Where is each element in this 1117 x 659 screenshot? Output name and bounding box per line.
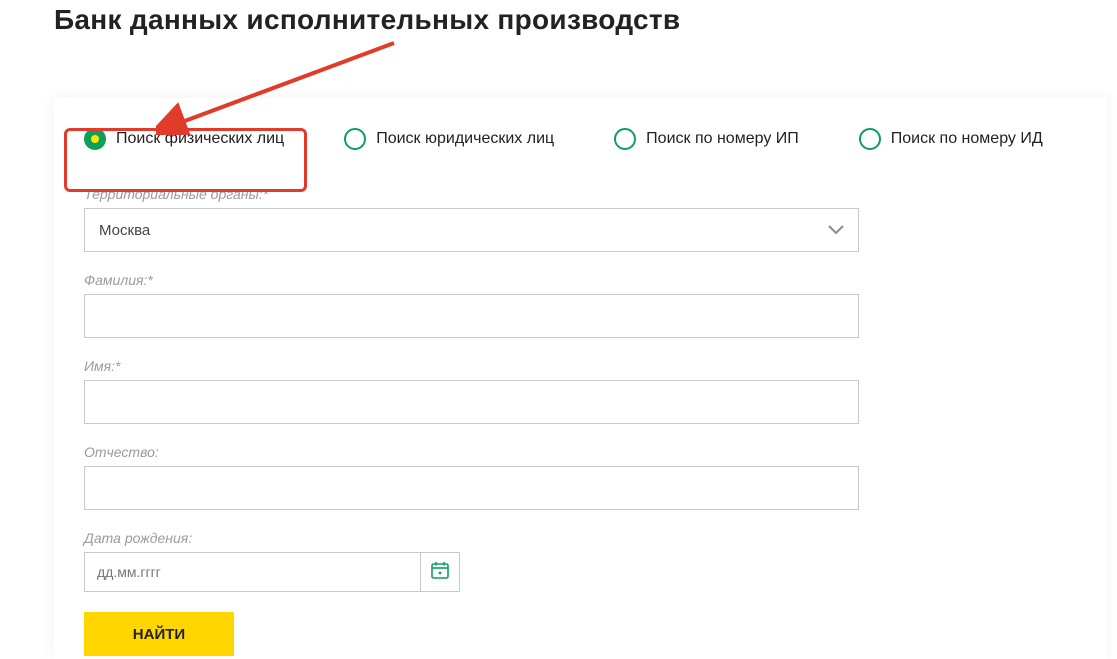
tab-label: Поиск юридических лиц <box>376 130 554 148</box>
tab-label: Поиск по номеру ИП <box>646 130 799 148</box>
birthdate-label: Дата рождения: <box>84 530 1077 546</box>
lastname-input[interactable] <box>84 294 859 338</box>
tab-individuals[interactable]: Поиск физических лиц <box>84 128 284 150</box>
patronymic-field: Отчество: <box>84 444 1077 510</box>
tab-legal-entities[interactable]: Поиск юридических лиц <box>344 128 554 150</box>
tab-label: Поиск физических лиц <box>116 130 284 148</box>
search-button[interactable]: НАЙТИ <box>84 612 234 656</box>
date-picker-button[interactable] <box>420 552 460 592</box>
search-form-card: Поиск физических лиц Поиск юридических л… <box>54 98 1107 659</box>
birthdate-field: Дата рождения: <box>84 530 1077 592</box>
birthdate-input[interactable] <box>84 552 420 592</box>
chevron-down-icon <box>828 225 844 235</box>
calendar-icon <box>430 560 450 585</box>
patronymic-input[interactable] <box>84 466 859 510</box>
firstname-label: Имя:* <box>84 358 1077 374</box>
tab-by-id-number[interactable]: Поиск по номеру ИД <box>859 128 1043 150</box>
firstname-field: Имя:* <box>84 358 1077 424</box>
tab-label: Поиск по номеру ИД <box>891 130 1043 148</box>
firstname-input[interactable] <box>84 380 859 424</box>
tab-by-ip-number[interactable]: Поиск по номеру ИП <box>614 128 799 150</box>
territory-label: Территориальные органы:* <box>84 186 1077 202</box>
radio-unselected-icon <box>344 128 366 150</box>
territory-field: Территориальные органы:* Москва <box>84 186 1077 252</box>
lastname-label: Фамилия:* <box>84 272 1077 288</box>
lastname-field: Фамилия:* <box>84 272 1077 338</box>
territory-value: Москва <box>99 222 150 239</box>
territory-select[interactable]: Москва <box>84 208 859 252</box>
radio-unselected-icon <box>859 128 881 150</box>
search-type-tabs: Поиск физических лиц Поиск юридических л… <box>84 128 1077 150</box>
page-title: Банк данных исполнительных производств <box>0 0 1117 36</box>
patronymic-label: Отчество: <box>84 444 1077 460</box>
radio-unselected-icon <box>614 128 636 150</box>
radio-selected-icon <box>84 128 106 150</box>
